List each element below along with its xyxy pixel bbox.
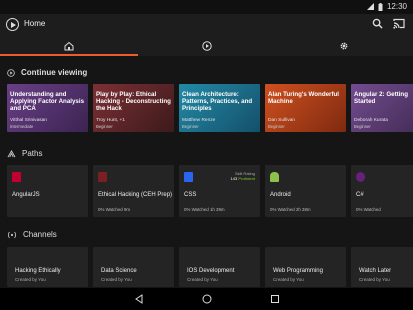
channel-name: Watch Later: [359, 268, 392, 274]
tab-play[interactable]: [138, 36, 276, 56]
path-name: Android: [270, 192, 291, 198]
paths-icon: [7, 149, 16, 157]
continue-viewing-header: Continue viewing: [7, 68, 87, 77]
recents-icon[interactable]: [270, 294, 280, 304]
course-title: Play by Play: Ethical Hacking - Deconstr…: [96, 91, 171, 113]
system-nav-bar: [0, 288, 413, 310]
channel-creator: Created by You: [273, 277, 304, 282]
channels-header: Channels: [7, 230, 57, 239]
course-card[interactable]: Clean Architecture: Patterns, Practices,…: [179, 84, 260, 132]
gear-icon: [340, 42, 348, 50]
section-title: Channels: [23, 230, 57, 239]
angular-icon: [12, 172, 21, 182]
course-title: Alan Turing's Wonderful Machine: [268, 91, 340, 106]
path-name: AngularJS: [12, 192, 40, 198]
path-card[interactable]: Skill Rating 143 Proficient CSS 0% Watch…: [179, 165, 260, 217]
css-icon: [184, 172, 193, 182]
course-author: Matthew Renze: [182, 118, 216, 123]
channel-name: Data Science: [101, 268, 137, 274]
tab-home[interactable]: [0, 36, 138, 56]
path-progress: 0% Watched 2h 38m: [270, 207, 311, 212]
continue-viewing-list: Understanding and Applying Factor Analys…: [7, 84, 413, 132]
course-level: Beginner: [182, 124, 199, 129]
course-card[interactable]: Understanding and Applying Factor Analys…: [7, 84, 88, 132]
skill-level: Proficient: [238, 176, 255, 181]
course-card[interactable]: Angular 2: Getting Started Deborah Kurat…: [351, 84, 413, 132]
tab-bar: [0, 36, 413, 56]
signal-icon: [366, 3, 374, 10]
path-card[interactable]: Android 0% Watched 2h 38m: [265, 165, 346, 217]
course-author: Deborah Kurata: [354, 118, 388, 123]
paths-header: Paths: [7, 149, 42, 158]
csharp-icon: [356, 172, 365, 182]
channel-name: Web Programming: [273, 268, 323, 274]
tab-settings[interactable]: [275, 36, 413, 56]
path-progress: 0% Watched 9m: [98, 207, 131, 212]
battery-icon: [378, 2, 383, 11]
channel-card[interactable]: Web Programming Created by You: [265, 247, 346, 287]
cast-icon[interactable]: [393, 18, 405, 29]
page-title: Home: [24, 19, 46, 28]
path-card[interactable]: Ethical Hacking (CEH Prep) 0% Watched 9m: [93, 165, 174, 217]
course-level: Intermediate: [10, 124, 34, 129]
channels-list: Hacking Ethically Created by You Data Sc…: [7, 247, 413, 287]
path-card[interactable]: AngularJS: [7, 165, 88, 217]
app-bar: Home: [0, 14, 413, 36]
section-title: Continue viewing: [21, 68, 88, 77]
status-bar: 12:30: [0, 0, 413, 14]
status-icons: 12:30: [366, 2, 407, 11]
search-icon[interactable]: [372, 18, 383, 29]
path-card[interactable]: C# 0% Watched: [351, 165, 413, 217]
skill-rating: Skill Rating 143 Proficient: [231, 171, 256, 181]
channel-creator: Created by You: [15, 277, 46, 282]
channels-icon: [7, 231, 17, 238]
channel-card[interactable]: Data Science Created by You: [93, 247, 174, 287]
channel-creator: Created by You: [101, 277, 132, 282]
play-icon: [201, 41, 212, 51]
home-nav-icon[interactable]: [202, 294, 212, 304]
home-icon: [64, 41, 74, 51]
channel-name: IOS Development: [187, 268, 235, 274]
course-level: Beginner: [354, 124, 371, 129]
path-name: C#: [356, 192, 364, 198]
path-name: CSS: [184, 192, 197, 198]
course-card[interactable]: Play by Play: Ethical Hacking - Deconstr…: [93, 84, 174, 132]
course-title: Clean Architecture: Patterns, Practices,…: [182, 91, 253, 113]
play-circle-icon: [7, 68, 15, 77]
ceh-icon: [98, 172, 107, 182]
path-progress: 0% Watched: [356, 207, 381, 212]
paths-list: AngularJS Ethical Hacking (CEH Prep) 0% …: [7, 165, 413, 217]
channel-card[interactable]: Hacking Ethically Created by You: [7, 247, 88, 287]
course-title: Angular 2: Getting Started: [354, 91, 408, 106]
clock: 12:30: [386, 2, 407, 11]
course-title: Understanding and Applying Factor Analys…: [10, 91, 85, 113]
channel-card[interactable]: IOS Development Created by You: [179, 247, 260, 287]
pluralsight-logo-icon[interactable]: [6, 18, 19, 31]
skill-score: 143: [230, 176, 238, 181]
back-icon[interactable]: [134, 294, 144, 304]
path-name: Ethical Hacking (CEH Prep): [98, 192, 173, 198]
channel-creator: Created by You: [359, 277, 390, 282]
channel-name: Hacking Ethically: [15, 268, 61, 274]
course-card[interactable]: Alan Turing's Wonderful Machine Dan Sull…: [265, 84, 346, 132]
course-level: Beginner: [268, 124, 285, 129]
android-icon: [270, 172, 279, 182]
channel-creator: Created by You: [187, 277, 218, 282]
path-progress: 0% Watched 1h 39m: [184, 207, 225, 212]
section-title: Paths: [22, 149, 43, 158]
course-author: Troy Hunt, +1: [96, 118, 126, 123]
course-level: Beginner: [96, 124, 113, 129]
channel-card[interactable]: Watch Later Created by You: [351, 247, 413, 287]
course-author: Vitthal Srinivasan: [10, 118, 47, 123]
course-author: Dan Sullivan: [268, 118, 295, 123]
